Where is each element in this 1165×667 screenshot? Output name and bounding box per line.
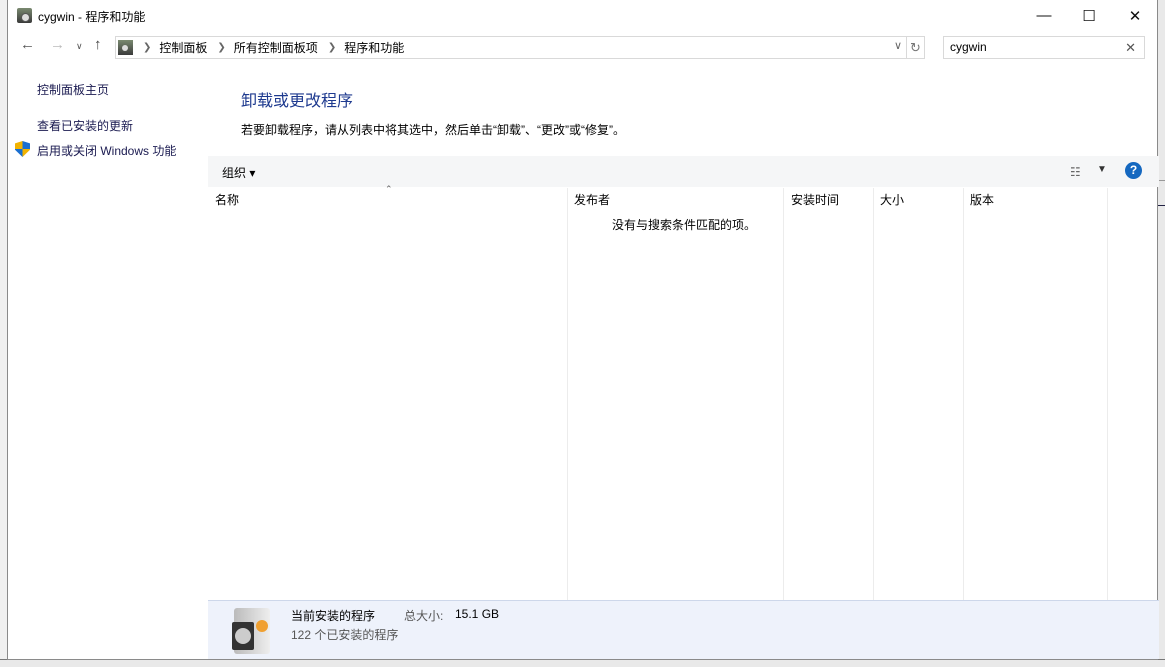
clear-search-icon[interactable]: ✕ — [1125, 37, 1136, 58]
column-divider[interactable] — [1107, 188, 1108, 600]
back-arrow-icon[interactable]: ← — [20, 36, 35, 53]
column-header-name[interactable]: 名称 — [215, 191, 239, 208]
programs-and-features-window: cygwin - 程序和功能 — ☐ ✕ ← → ∨ ↑ ❯ 控制面板 ❯ 所有… — [7, 0, 1159, 660]
search-value: cygwin — [950, 40, 987, 54]
breadcrumb-all-items[interactable]: 所有控制面板项 — [234, 39, 318, 56]
background-window — [1158, 0, 1165, 667]
address-dropdown-icon[interactable]: ∨ — [894, 39, 902, 52]
up-arrow-icon[interactable]: ↑ — [94, 36, 102, 53]
column-header-size[interactable]: 大小 — [880, 191, 904, 208]
breadcrumb-control-panel[interactable]: 控制面板 — [159, 39, 207, 56]
chevron-right-icon: ❯ — [217, 42, 226, 53]
app-icon — [17, 8, 32, 23]
forward-arrow-icon[interactable]: → — [50, 36, 65, 53]
toolbar: 组织 ▾ ☷ ▼ ? — [208, 156, 1159, 187]
total-size-value: 15.1 GB — [455, 607, 500, 621]
close-button[interactable]: ✕ — [1112, 0, 1158, 31]
empty-list-message: 没有与搜索条件匹配的项。 — [612, 218, 757, 232]
page-title: 卸载或更改程序 — [241, 93, 354, 110]
column-divider[interactable] — [567, 188, 568, 600]
organize-label: 组织 — [222, 166, 247, 180]
details-pane: 当前安装的程序 总大小: 15.1 GB 122 个已安装的程序 — [208, 600, 1159, 659]
page-description: 若要卸载程序，请从列表中将其选中，然后单击“卸载”、“更改”或“修复”。 — [241, 123, 625, 137]
uac-shield-icon — [15, 141, 30, 157]
background-window-bottom — [0, 659, 1165, 667]
title-bar: cygwin - 程序和功能 — ☐ ✕ — [8, 0, 1157, 31]
control-panel-icon — [118, 40, 133, 55]
address-bar[interactable]: ❯ 控制面板 ❯ 所有控制面板项 ❯ 程序和功能 ∨ ↻ — [115, 36, 925, 59]
column-header-installed-on[interactable]: 安装时间 — [791, 191, 839, 208]
search-input[interactable]: cygwin ✕ — [943, 36, 1145, 59]
view-dropdown-icon[interactable]: ▼ — [1097, 164, 1107, 175]
column-header-version[interactable]: 版本 — [970, 191, 994, 208]
breadcrumb-programs[interactable]: 程序和功能 — [344, 39, 404, 56]
column-divider[interactable] — [963, 188, 964, 600]
maximize-button[interactable]: ☐ — [1066, 0, 1112, 31]
column-divider[interactable] — [873, 188, 874, 600]
column-header-publisher[interactable]: 发布者 — [574, 191, 610, 208]
sidebar-item-windows-features[interactable]: 启用或关闭 Windows 功能 — [37, 142, 176, 159]
total-size-label: 总大小: — [404, 609, 444, 623]
sidebar-item-home[interactable]: 控制面板主页 — [37, 81, 109, 98]
chevron-right-icon: ❯ — [143, 42, 152, 53]
chevron-right-icon: ❯ — [327, 42, 337, 53]
refresh-icon[interactable]: ↻ — [906, 37, 924, 58]
minimize-button[interactable]: — — [1021, 0, 1067, 31]
installed-count: 122 个已安装的程序 — [291, 628, 399, 642]
details-title: 当前安装的程序 — [291, 609, 376, 623]
organize-button[interactable]: 组织 ▾ — [222, 164, 255, 181]
recent-chevron-down-icon[interactable]: ∨ — [76, 41, 83, 52]
sort-ascending-icon: ⌃ — [385, 184, 393, 194]
sidebar-item-updates[interactable]: 查看已安装的更新 — [37, 117, 133, 134]
view-details-icon[interactable]: ☷ — [1070, 165, 1081, 179]
window-title: cygwin - 程序和功能 — [38, 10, 146, 24]
help-icon[interactable]: ? — [1125, 162, 1142, 179]
column-divider[interactable] — [783, 188, 784, 600]
programs-box-icon — [232, 608, 270, 654]
